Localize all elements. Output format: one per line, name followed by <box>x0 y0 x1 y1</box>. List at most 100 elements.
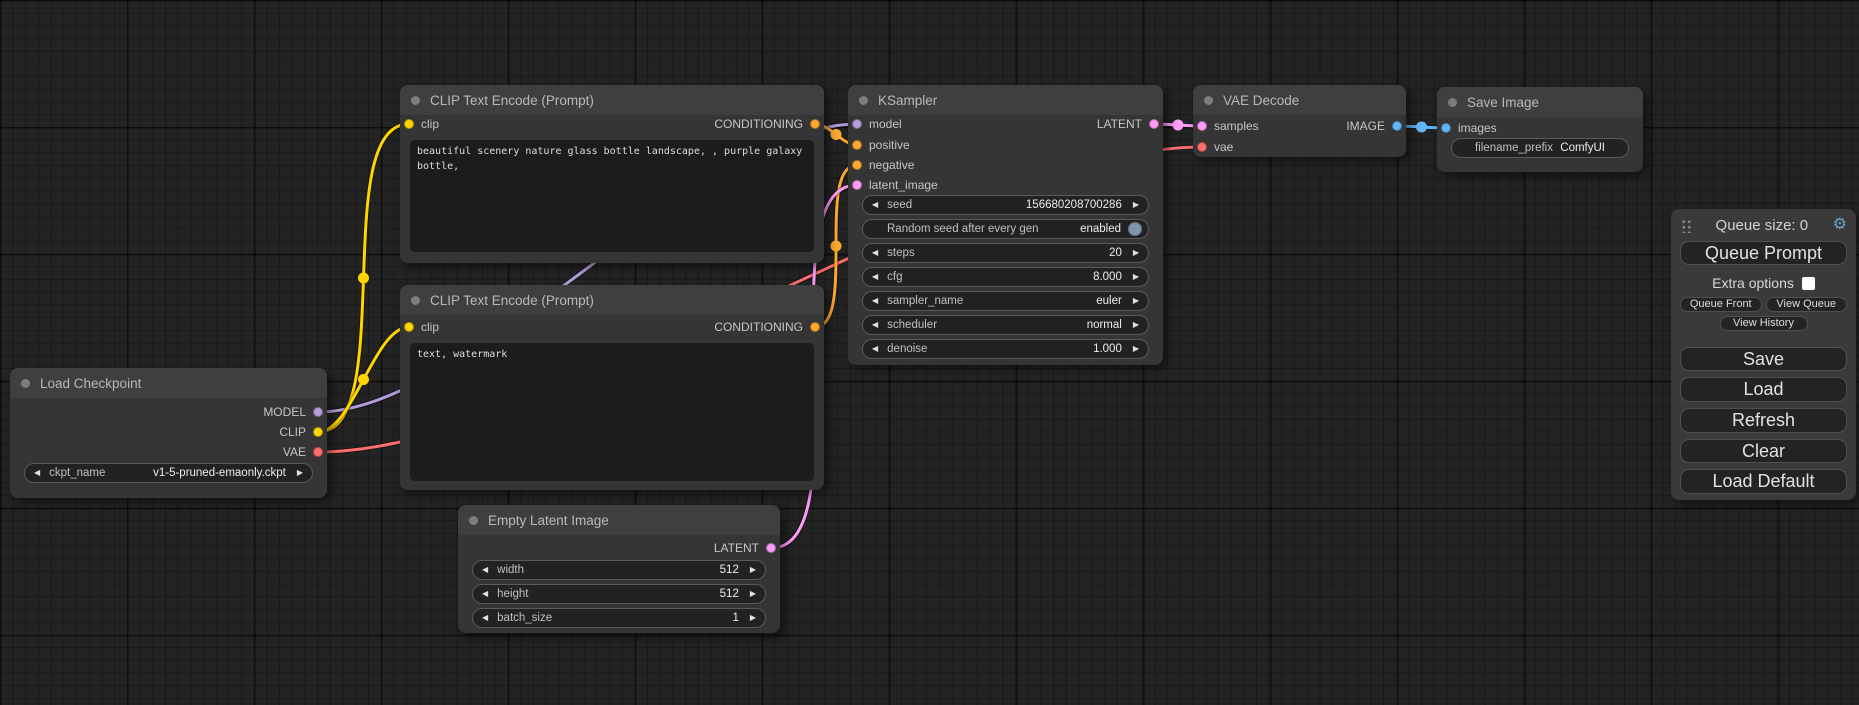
collapse-dot-icon[interactable] <box>1204 96 1213 105</box>
node-title-bar[interactable]: CLIP Text Encode (Prompt) <box>400 285 824 315</box>
input-port-dot-images[interactable] <box>1441 123 1451 133</box>
widget-random-seed-after-every-gen[interactable]: Random seed after every genenabled <box>862 219 1149 239</box>
queue-panel-header: Queue size: 0 ⚙ <box>1680 215 1847 236</box>
stepper-left-icon[interactable]: ◀ <box>872 201 878 209</box>
output-port-dot-VAE[interactable] <box>313 447 323 457</box>
collapse-dot-icon[interactable] <box>859 96 868 105</box>
node-title-bar[interactable]: VAE Decode <box>1193 85 1406 115</box>
widget-label: steps <box>887 247 915 259</box>
widget-steps[interactable]: ◀steps20▶ <box>862 243 1149 263</box>
stepper-left-icon[interactable]: ◀ <box>482 614 488 622</box>
output-port-label: IMAGE <box>1346 119 1385 133</box>
queue-front-button[interactable]: Queue Front <box>1680 297 1762 312</box>
load-default-button[interactable]: Load Default <box>1680 469 1847 494</box>
stepper-left-icon[interactable]: ◀ <box>482 566 488 574</box>
node-title-text: Load Checkpoint <box>40 376 141 391</box>
stepper-left-icon[interactable]: ◀ <box>872 345 878 353</box>
widget-seed[interactable]: ◀seed156680208700286▶ <box>862 195 1149 215</box>
input-port-label: positive <box>869 138 910 152</box>
input-port-dot-clip[interactable] <box>404 322 414 332</box>
stepper-right-icon[interactable]: ▶ <box>1133 345 1139 353</box>
extra-options-checkbox[interactable] <box>1802 277 1815 290</box>
output-port-label: CONDITIONING <box>714 117 803 131</box>
widget-sampler_name[interactable]: ◀sampler_nameeuler▶ <box>862 291 1149 311</box>
clear-button[interactable]: Clear <box>1680 439 1847 464</box>
widget-width[interactable]: ◀width512▶ <box>472 560 766 580</box>
queue-prompt-button[interactable]: Queue Prompt <box>1680 241 1847 266</box>
widget-label: denoise <box>887 343 927 355</box>
input-port-dot-negative[interactable] <box>852 160 862 170</box>
stepper-left-icon[interactable]: ◀ <box>872 297 878 305</box>
output-port-dot-LATENT[interactable] <box>1149 119 1159 129</box>
stepper-right-icon[interactable]: ▶ <box>1133 249 1139 257</box>
widget-filename_prefix[interactable]: filename_prefixComfyUI <box>1451 138 1629 158</box>
collapse-dot-icon[interactable] <box>411 96 420 105</box>
stepper-right-icon[interactable]: ▶ <box>297 469 303 477</box>
save-button[interactable]: Save <box>1680 347 1847 372</box>
view-queue-button[interactable]: View Queue <box>1766 297 1848 312</box>
prompt-textarea[interactable]: beautiful scenery nature glass bottle la… <box>410 140 814 252</box>
widget-label: sampler_name <box>887 295 963 307</box>
view-history-button[interactable]: View History <box>1720 316 1808 331</box>
output-port-dot-CONDITIONING[interactable] <box>810 322 820 332</box>
stepper-right-icon[interactable]: ▶ <box>750 590 756 598</box>
input-port-dot-samples[interactable] <box>1197 121 1207 131</box>
refresh-button[interactable]: Refresh <box>1680 408 1847 433</box>
input-port-dot-model[interactable] <box>852 119 862 129</box>
widget-value: 156680208700286 <box>1026 199 1122 211</box>
stepper-right-icon[interactable]: ▶ <box>750 614 756 622</box>
stepper-right-icon[interactable]: ▶ <box>750 566 756 574</box>
node-clip-encode-negative[interactable]: CLIP Text Encode (Prompt)clipCONDITIONIN… <box>400 285 824 490</box>
widget-batch_size[interactable]: ◀batch_size1▶ <box>472 608 766 628</box>
prompt-textarea[interactable]: text, watermark <box>410 343 814 481</box>
collapse-dot-icon[interactable] <box>411 296 420 305</box>
stepper-right-icon[interactable]: ▶ <box>1133 201 1139 209</box>
extra-options-row: Extra options <box>1680 275 1847 291</box>
node-vae-decode[interactable]: VAE DecodesamplesvaeIMAGE <box>1193 85 1406 157</box>
node-title-bar[interactable]: Save Image <box>1437 87 1643 117</box>
node-clip-encode-positive[interactable]: CLIP Text Encode (Prompt)clipCONDITIONIN… <box>400 85 824 263</box>
load-button[interactable]: Load <box>1680 377 1847 402</box>
collapse-dot-icon[interactable] <box>21 379 30 388</box>
stepper-right-icon[interactable]: ▶ <box>1133 273 1139 281</box>
output-port-dot-CONDITIONING[interactable] <box>810 119 820 129</box>
node-title-text: VAE Decode <box>1223 93 1299 108</box>
node-empty-latent-image[interactable]: Empty Latent ImageLATENT◀width512▶◀heigh… <box>458 505 780 633</box>
stepper-left-icon[interactable]: ◀ <box>34 469 40 477</box>
toggle-knob[interactable] <box>1128 222 1142 236</box>
node-ksampler[interactable]: KSamplermodelpositivenegativelatent_imag… <box>848 85 1163 365</box>
collapse-dot-icon[interactable] <box>1448 98 1457 107</box>
stepper-left-icon[interactable]: ◀ <box>482 590 488 598</box>
node-save-image[interactable]: Save Imageimagesfilename_prefixComfyUI <box>1437 87 1643 172</box>
node-title-bar[interactable]: KSampler <box>848 85 1163 115</box>
input-port-latent_image: latent_image <box>852 177 938 193</box>
stepper-left-icon[interactable]: ◀ <box>872 249 878 257</box>
node-title-bar[interactable]: CLIP Text Encode (Prompt) <box>400 85 824 115</box>
input-port-dot-clip[interactable] <box>404 119 414 129</box>
node-title-bar[interactable]: Empty Latent Image <box>458 505 780 535</box>
output-port-label: LATENT <box>1097 117 1142 131</box>
output-port-dot-IMAGE[interactable] <box>1392 121 1402 131</box>
stepper-left-icon[interactable]: ◀ <box>872 321 878 329</box>
input-port-dot-vae[interactable] <box>1197 142 1207 152</box>
widget-ckpt_name[interactable]: ◀ckpt_namev1-5-pruned-emaonly.ckpt▶ <box>24 463 313 483</box>
widget-denoise[interactable]: ◀denoise1.000▶ <box>862 339 1149 359</box>
output-port-dot-LATENT[interactable] <box>766 543 776 553</box>
widget-label: ckpt_name <box>49 467 105 479</box>
widget-cfg[interactable]: ◀cfg8.000▶ <box>862 267 1149 287</box>
output-port-dot-MODEL[interactable] <box>313 407 323 417</box>
input-port-dot-latent_image[interactable] <box>852 180 862 190</box>
input-port-dot-positive[interactable] <box>852 140 862 150</box>
stepper-right-icon[interactable]: ▶ <box>1133 297 1139 305</box>
stepper-right-icon[interactable]: ▶ <box>1133 321 1139 329</box>
output-port-dot-CLIP[interactable] <box>313 427 323 437</box>
drag-handle-icon[interactable] <box>1680 218 1691 233</box>
settings-gear-icon[interactable]: ⚙ <box>1833 217 1847 233</box>
node-title-bar[interactable]: Load Checkpoint <box>10 368 327 398</box>
collapse-dot-icon[interactable] <box>469 516 478 525</box>
node-load-checkpoint[interactable]: Load CheckpointMODELCLIPVAE◀ckpt_namev1-… <box>10 368 327 498</box>
stepper-left-icon[interactable]: ◀ <box>872 273 878 281</box>
node-graph-canvas[interactable]: Load CheckpointMODELCLIPVAE◀ckpt_namev1-… <box>0 0 1859 705</box>
widget-height[interactable]: ◀height512▶ <box>472 584 766 604</box>
widget-scheduler[interactable]: ◀schedulernormal▶ <box>862 315 1149 335</box>
